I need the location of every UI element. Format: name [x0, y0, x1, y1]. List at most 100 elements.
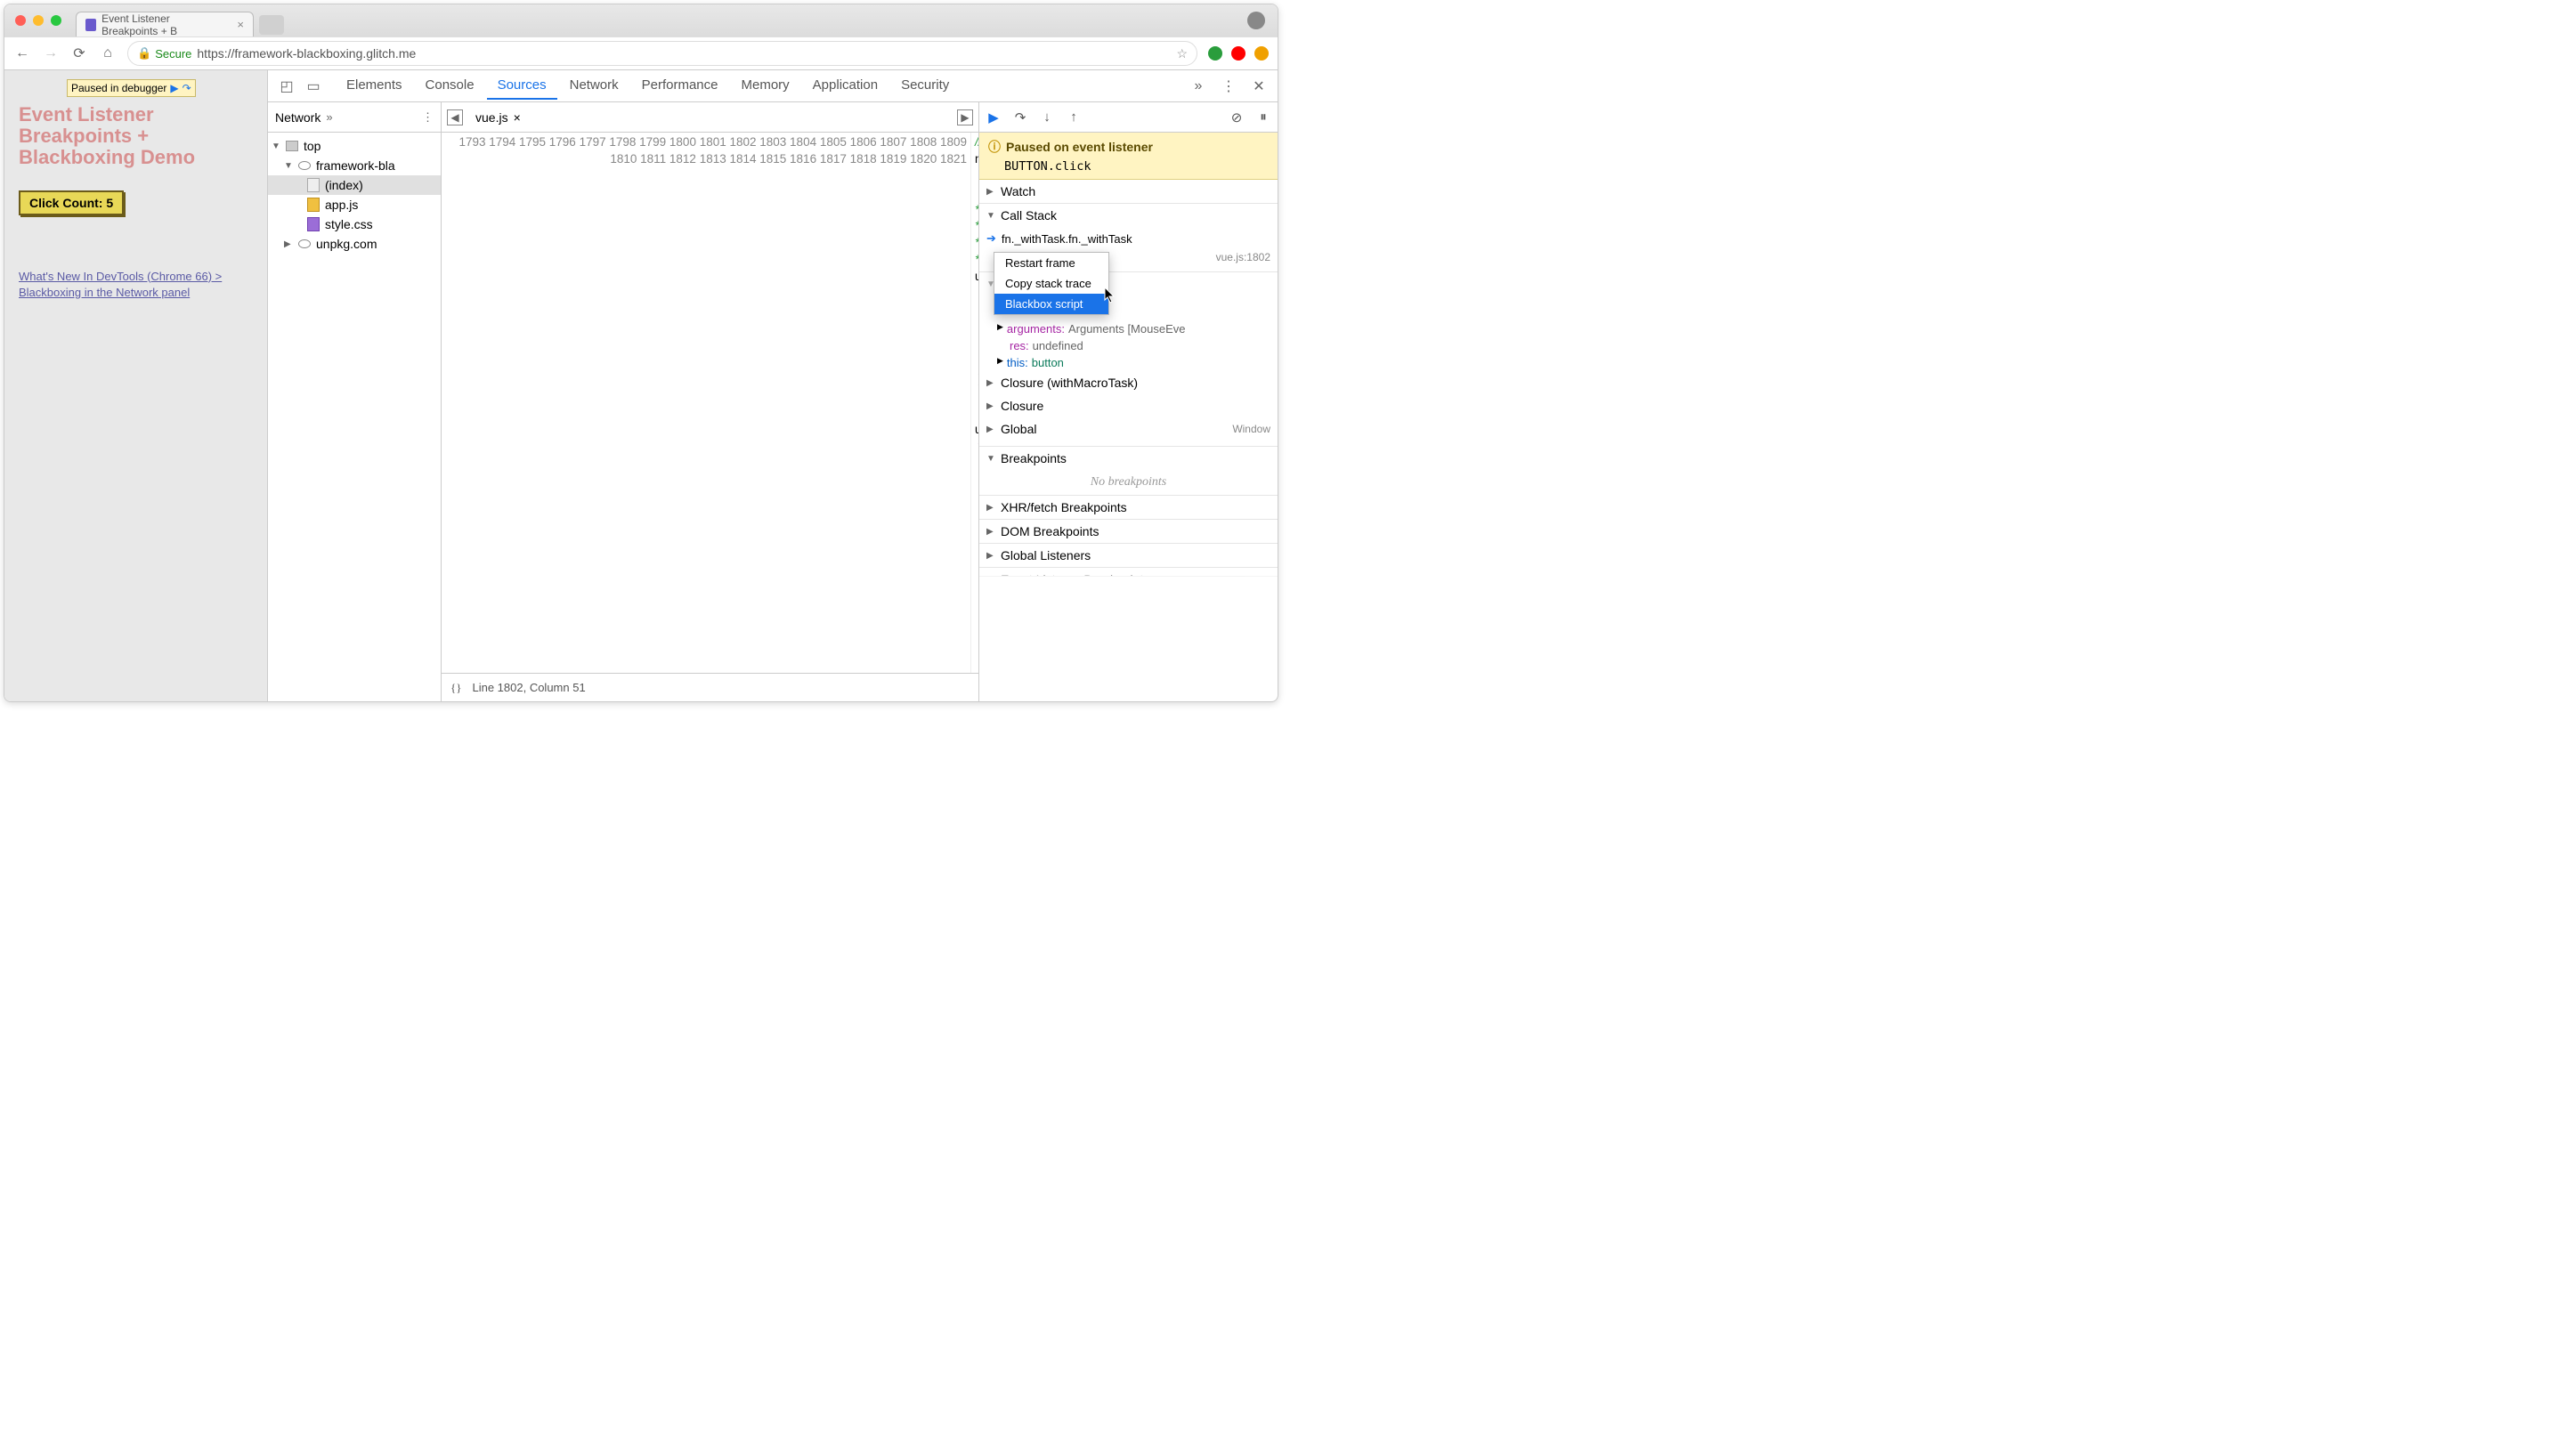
- browser-tab[interactable]: Event Listener Breakpoints + B ×: [76, 12, 254, 36]
- debugger-controls: ▶ ↷ ↓ ↑ ⊘ ⏸: [979, 102, 1278, 133]
- code-editor: ◀ vue.js× ▶ 1793 1794 1795 1796 1797 179…: [442, 102, 979, 701]
- step-icon[interactable]: ↷: [183, 82, 191, 94]
- section-global-listeners[interactable]: ▶Global Listeners: [979, 544, 1278, 567]
- page-link[interactable]: What's New In DevTools (Chrome 66) > Bla…: [19, 269, 253, 301]
- line-gutter: 1793 1794 1795 1796 1797 1798 1799 1800 …: [442, 133, 971, 673]
- section-xhr-breakpoints[interactable]: ▶XHR/fetch Breakpoints: [979, 496, 1278, 519]
- url-bar: ← → ⟳ ⌂ 🔒 Secure https://framework-black…: [4, 36, 1278, 70]
- scope-closure2[interactable]: ▶Closure: [979, 394, 1278, 417]
- editor-tab-vuejs[interactable]: vue.js×: [470, 107, 526, 128]
- settings-icon[interactable]: ⋮: [1217, 75, 1240, 98]
- devtools-tabs: Elements Console Sources Network Perform…: [336, 72, 960, 100]
- cursor-icon: [1104, 287, 1116, 303]
- secure-indicator: 🔒 Secure: [137, 46, 191, 61]
- extension-icon[interactable]: [1254, 46, 1269, 61]
- close-tab-icon[interactable]: ×: [237, 18, 244, 31]
- tab-title: Event Listener Breakpoints + B: [101, 12, 228, 37]
- step-into-button[interactable]: ↓: [1038, 109, 1056, 125]
- ctx-blackbox-script[interactable]: Blackbox script: [994, 294, 1108, 314]
- ctx-restart-frame[interactable]: Restart frame: [994, 253, 1108, 273]
- section-watch[interactable]: ▶Watch: [979, 180, 1278, 203]
- scope-global[interactable]: ▶GlobalWindow: [979, 417, 1278, 441]
- editor-footer: {} Line 1802, Column 51: [442, 673, 978, 701]
- maximize-window-icon[interactable]: [51, 15, 61, 26]
- paused-overlay: Paused in debugger ▶ ↷: [67, 79, 196, 97]
- scope-var-this[interactable]: ▶this: button: [979, 354, 1278, 371]
- forward-button[interactable]: →: [42, 45, 60, 61]
- extension-icon[interactable]: [1231, 46, 1245, 61]
- format-icon[interactable]: {}: [450, 681, 461, 695]
- no-breakpoints-label: No breakpoints: [979, 470, 1278, 495]
- resume-icon[interactable]: ▶: [170, 82, 178, 94]
- code-body[interactable]: 1793 1794 1795 1796 1797 1798 1799 1800 …: [442, 133, 978, 673]
- frame-location: vue.js:1802: [1216, 251, 1270, 263]
- extension-icon[interactable]: [1208, 46, 1222, 61]
- browser-window: Event Listener Breakpoints + B × ← → ⟳ ⌂…: [4, 4, 1278, 702]
- tab-memory[interactable]: Memory: [731, 72, 800, 100]
- inspect-icon[interactable]: ◰: [275, 75, 298, 98]
- resume-button[interactable]: ▶: [985, 109, 1002, 125]
- new-tab-button[interactable]: [259, 15, 284, 35]
- scope-closure1[interactable]: ▶Closure (withMacroTask): [979, 371, 1278, 394]
- close-window-icon[interactable]: [15, 15, 26, 26]
- tree-origin[interactable]: ▼framework-bla: [268, 156, 441, 175]
- tree-file-index[interactable]: (index): [268, 175, 441, 195]
- home-button[interactable]: ⌂: [99, 45, 117, 61]
- stack-frame[interactable]: ➔ fn._withTask.fn._withTask: [979, 229, 1278, 248]
- page-content: Paused in debugger ▶ ↷ Event Listener Br…: [4, 70, 267, 701]
- device-icon[interactable]: ▭: [302, 75, 325, 98]
- tree-cdn[interactable]: ▶unpkg.com: [268, 234, 441, 254]
- deactivate-breakpoints-button[interactable]: ⊘: [1228, 109, 1245, 125]
- navigator-menu-icon[interactable]: ⋮: [422, 110, 434, 125]
- reload-button[interactable]: ⟳: [70, 44, 88, 62]
- paused-title: Paused on event listener: [1006, 140, 1153, 154]
- tree-top[interactable]: ▼top: [268, 136, 441, 156]
- section-call-stack[interactable]: ▼Call Stack: [979, 204, 1278, 227]
- minimize-window-icon[interactable]: [33, 15, 44, 26]
- current-frame-icon: ➔: [986, 231, 996, 246]
- editor-tabs: ◀ vue.js× ▶: [442, 102, 978, 133]
- scope-var-arguments[interactable]: ▶arguments: Arguments [MouseEve: [979, 320, 1278, 337]
- info-icon: ⓘ: [988, 138, 1001, 156]
- navigator-panel-label[interactable]: Network: [275, 110, 320, 125]
- debugger-toggle-icon[interactable]: ▶: [957, 109, 973, 125]
- navigator-header: Network » ⋮: [268, 102, 441, 133]
- scope-var-res[interactable]: res: undefined: [979, 337, 1278, 354]
- section-event-breakpoints[interactable]: ▶Event Listener Breakpoints: [979, 568, 1278, 577]
- section-dom-breakpoints[interactable]: ▶DOM Breakpoints: [979, 520, 1278, 543]
- devtools: ◰ ▭ Elements Console Sources Network Per…: [267, 70, 1278, 701]
- close-devtools-icon[interactable]: ✕: [1247, 75, 1270, 98]
- debugger-pane: ▶ ↷ ↓ ↑ ⊘ ⏸ ⓘ Paused on event listener BU…: [979, 102, 1278, 701]
- context-menu: Restart frame Copy stack trace Blackbox …: [994, 252, 1109, 315]
- step-out-button[interactable]: ↑: [1065, 109, 1083, 125]
- account-icon[interactable]: [1247, 12, 1265, 29]
- close-file-icon[interactable]: ×: [514, 110, 521, 125]
- section-breakpoints[interactable]: ▼Breakpoints: [979, 447, 1278, 470]
- step-over-button[interactable]: ↷: [1011, 109, 1029, 125]
- paused-detail: BUTTON.click: [1004, 159, 1269, 174]
- devtools-toolbar: ◰ ▭ Elements Console Sources Network Per…: [268, 70, 1278, 102]
- sources-navigator: Network » ⋮ ▼top ▼framework-bla (index) …: [268, 102, 442, 701]
- more-tabs-icon[interactable]: »: [1187, 75, 1210, 98]
- back-button[interactable]: ←: [13, 45, 31, 61]
- tab-sources[interactable]: Sources: [487, 72, 557, 100]
- code-text[interactable]: // fallback to macro microTimerFunc = ma…: [971, 133, 978, 673]
- tab-application[interactable]: Application: [802, 72, 888, 100]
- paused-label: Paused in debugger: [71, 82, 166, 94]
- tab-console[interactable]: Console: [415, 72, 485, 100]
- url-text: https://framework-blackboxing.glitch.me: [197, 46, 416, 61]
- tab-network[interactable]: Network: [559, 72, 629, 100]
- cursor-position: Line 1802, Column 51: [472, 681, 585, 694]
- nav-toggle-icon[interactable]: ◀: [447, 109, 463, 125]
- tree-file-stylecss[interactable]: style.css: [268, 214, 441, 234]
- address-bar[interactable]: 🔒 Secure https://framework-blackboxing.g…: [127, 41, 1197, 66]
- tab-security[interactable]: Security: [890, 72, 960, 100]
- tree-file-appjs[interactable]: app.js: [268, 195, 441, 214]
- tab-elements[interactable]: Elements: [336, 72, 413, 100]
- ctx-copy-stack-trace[interactable]: Copy stack trace: [994, 273, 1108, 294]
- click-count-button[interactable]: Click Count: 5: [19, 190, 124, 215]
- pause-exceptions-button[interactable]: ⏸: [1254, 109, 1272, 125]
- more-panels-icon[interactable]: »: [326, 110, 332, 124]
- bookmark-icon[interactable]: ☆: [1176, 46, 1188, 61]
- tab-performance[interactable]: Performance: [631, 72, 729, 100]
